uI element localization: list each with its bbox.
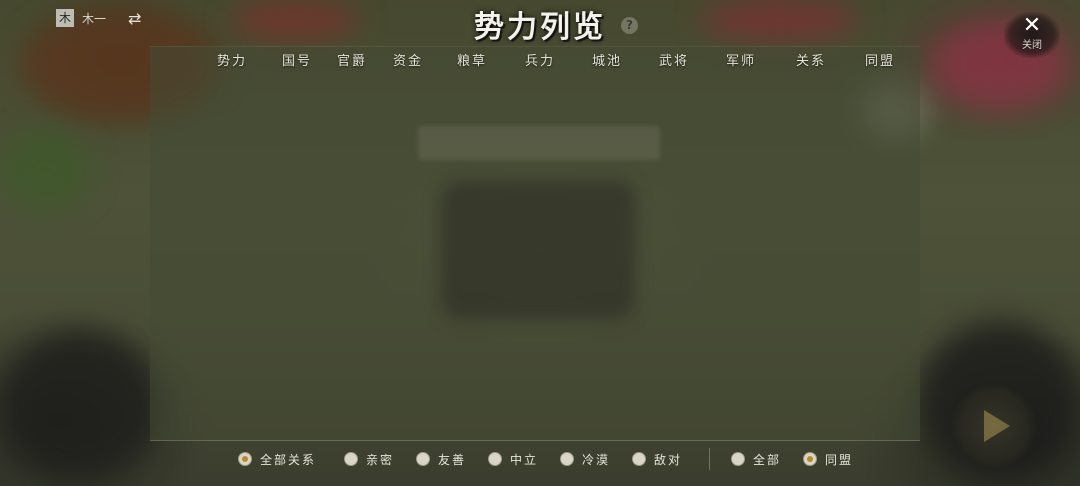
filter-allies[interactable]: 同盟	[803, 448, 853, 470]
radio-unselected-icon[interactable]	[731, 452, 745, 466]
user-name: 木一	[82, 11, 107, 26]
filter-all-relations[interactable]: 全部关系	[238, 448, 316, 470]
column-header-faction[interactable]: 势力	[217, 50, 247, 69]
column-header-rank[interactable]: 官爵	[337, 50, 367, 69]
column-header-provisions[interactable]: 粮草	[457, 50, 487, 69]
column-header-troops[interactable]: 兵力	[525, 50, 555, 69]
column-header-relation[interactable]: 关系	[796, 50, 826, 69]
radio-selected-icon[interactable]	[238, 452, 252, 466]
filter-cold[interactable]: 冷漠	[560, 448, 610, 470]
play-icon	[984, 410, 1010, 442]
column-header-strategists[interactable]: 军师	[726, 50, 756, 69]
filter-label: 亲密	[366, 452, 395, 467]
filter-label: 全部	[753, 452, 782, 467]
filter-label: 冷漠	[582, 452, 611, 467]
radio-unselected-icon[interactable]	[560, 452, 574, 466]
swap-icon[interactable]: ⇄	[128, 9, 141, 28]
column-header-funds[interactable]: 资金	[393, 50, 423, 69]
column-headers: 势力 国号 官爵 资金 粮草 兵力 城池 武将 军师 关系 同盟	[0, 50, 1080, 70]
radio-unselected-icon[interactable]	[632, 452, 646, 466]
filter-friendly[interactable]: 友善	[416, 448, 466, 470]
column-header-country[interactable]: 国号	[282, 50, 312, 69]
filter-label: 全部关系	[260, 452, 317, 467]
filter-label: 敌对	[654, 452, 683, 467]
radio-selected-icon[interactable]	[803, 452, 817, 466]
filter-hostile[interactable]: 敌对	[632, 448, 682, 470]
column-header-alliance[interactable]: 同盟	[865, 50, 895, 69]
close-label: 关闭	[1022, 40, 1042, 51]
radio-unselected-icon[interactable]	[488, 452, 502, 466]
help-icon[interactable]: ?	[621, 17, 638, 34]
filter-divider	[709, 448, 710, 470]
filter-neutral[interactable]: 中立	[488, 448, 538, 470]
filter-intimate[interactable]: 亲密	[344, 448, 394, 470]
column-header-generals[interactable]: 武将	[659, 50, 689, 69]
filter-all-factions[interactable]: 全部	[731, 448, 781, 470]
filter-bar: 全部关系 亲密 友善 中立 冷漠 敌对 全部 同盟	[0, 448, 1080, 472]
column-header-cities[interactable]: 城池	[592, 50, 622, 69]
radio-unselected-icon[interactable]	[416, 452, 430, 466]
user-bar: 木 木一 ⇄	[56, 8, 141, 28]
filter-label: 同盟	[825, 452, 854, 467]
panel-divider	[150, 440, 920, 441]
filter-label: 中立	[510, 452, 539, 467]
radio-unselected-icon[interactable]	[344, 452, 358, 466]
blurred-map-toolbar	[418, 126, 660, 160]
blurred-fortress	[440, 180, 636, 320]
end-turn-button[interactable]	[952, 384, 1036, 468]
user-tag-badge: 木	[56, 9, 74, 27]
filter-label: 友善	[438, 452, 467, 467]
